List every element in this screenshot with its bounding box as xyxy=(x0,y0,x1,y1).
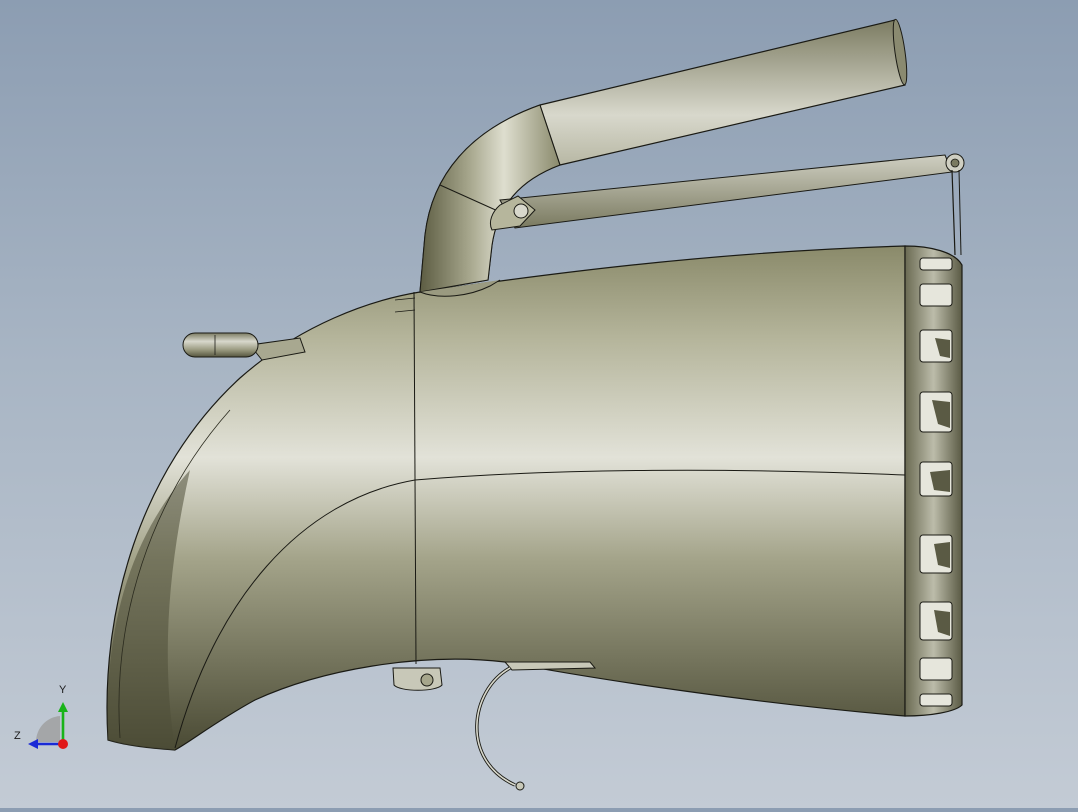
x-axis-dot-icon xyxy=(58,739,68,749)
y-axis-label: Y xyxy=(59,684,67,696)
3d-viewport[interactable] xyxy=(0,0,1078,808)
support-arm[interactable] xyxy=(489,153,965,256)
mount-tab xyxy=(392,667,443,691)
triad-arc-icon xyxy=(35,716,60,742)
orientation-triad: Y Z xyxy=(8,684,78,754)
intake-cage[interactable] xyxy=(904,245,963,717)
z-axis-label: Z xyxy=(14,730,21,742)
trigger-cable[interactable] xyxy=(475,661,597,791)
housing-body[interactable] xyxy=(106,245,906,751)
